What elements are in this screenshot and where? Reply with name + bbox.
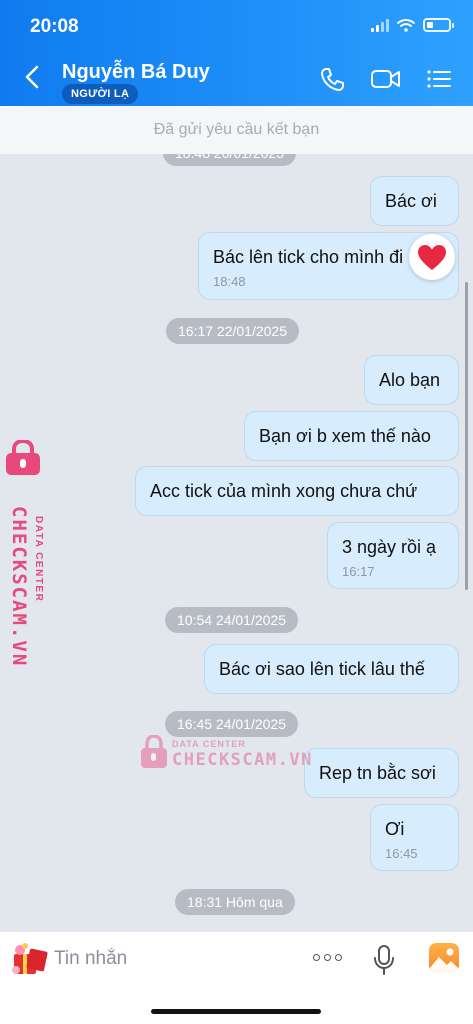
message-time: 16:17 [342,564,375,579]
message-text: Bạn ơi b xem thế nào [259,426,431,446]
home-indicator [151,1009,321,1014]
watermark-center: DATA CENTER CHECKSCAM.VN [140,735,313,775]
time-stamp: 18:48 20/01/2025 [163,154,296,166]
photo-gallery-icon[interactable] [429,943,459,973]
status-icons [371,18,454,32]
message-text: Bác ơi [385,191,437,211]
message-bubble[interactable]: Bác ơi sao lên tick lâu thế [204,644,459,694]
message-time: 18:48 [213,274,246,289]
status-time: 20:08 [30,16,79,37]
watermark-sub-text: DATA CENTER [172,739,246,749]
video-call-icon[interactable] [370,68,401,90]
message-input-bar [0,931,473,1024]
message-bubble[interactable]: Ơi 16:45 [370,804,459,871]
message-text: Alo bạn [379,370,441,390]
gift-sticker-icon[interactable] [10,940,48,978]
message-text: Acc tick của mình xong chưa chứ [150,481,418,501]
message-bubble[interactable]: Bác ơi [370,176,459,226]
message-text: Bác ơi sao lên tick lâu thế [219,659,425,679]
scrollbar[interactable] [465,282,468,590]
menu-icon[interactable] [426,68,452,90]
time-stamp: 10:54 24/01/2025 [165,607,298,633]
call-icon[interactable] [319,66,345,92]
microphone-icon[interactable] [373,944,395,976]
message-bubble[interactable]: 3 ngày rồi ạ 16:17 [327,522,459,589]
message-bubble[interactable]: Alo bạn [364,355,459,405]
wifi-icon [397,19,415,32]
battery-icon [423,18,454,32]
time-stamp: 18:31 Hôm qua [175,889,295,915]
friend-request-status: Đã gửi yêu cầu kết bạn [0,106,473,154]
lock-icon [141,735,167,768]
message-input[interactable] [54,942,284,976]
message-time: 16:45 [385,846,418,861]
message-text: 3 ngày rồi ạ [342,537,437,557]
message-bubble[interactable]: Acc tick của mình xong chưa chứ [135,466,459,516]
time-stamp: 16:45 24/01/2025 [165,711,298,737]
message-text: Rep tn bằc sơi [319,763,436,783]
message-text: Ơi [385,819,405,839]
chat-header: 20:08 Nguyễn Bá Duy NGƯỜI LẠ [0,0,473,106]
back-button[interactable] [22,62,44,92]
signal-icon [371,18,389,32]
watermark-vertical: CHECKSCAM.VN DATA CENTER [4,440,54,667]
contact-name[interactable]: Nguyễn Bá Duy [62,61,210,84]
time-stamp: 16:17 22/01/2025 [166,318,299,344]
lock-icon [6,440,40,475]
watermark-main-text: CHECKSCAM.VN [8,506,30,668]
watermark-sub-text: DATA CENTER [33,516,44,603]
more-options-icon[interactable] [313,954,342,961]
message-bubble[interactable]: Rep tn bằc sơi [304,748,459,798]
message-bubble[interactable]: Bạn ơi b xem thế nào [244,411,459,461]
watermark-main-text: CHECKSCAM.VN [172,750,313,770]
heart-reaction-icon[interactable] [409,234,455,280]
stranger-badge: NGƯỜI LẠ [62,84,139,104]
chat-area: 18:48 20/01/2025 Bác ơi Bác lên tick cho… [0,154,473,931]
